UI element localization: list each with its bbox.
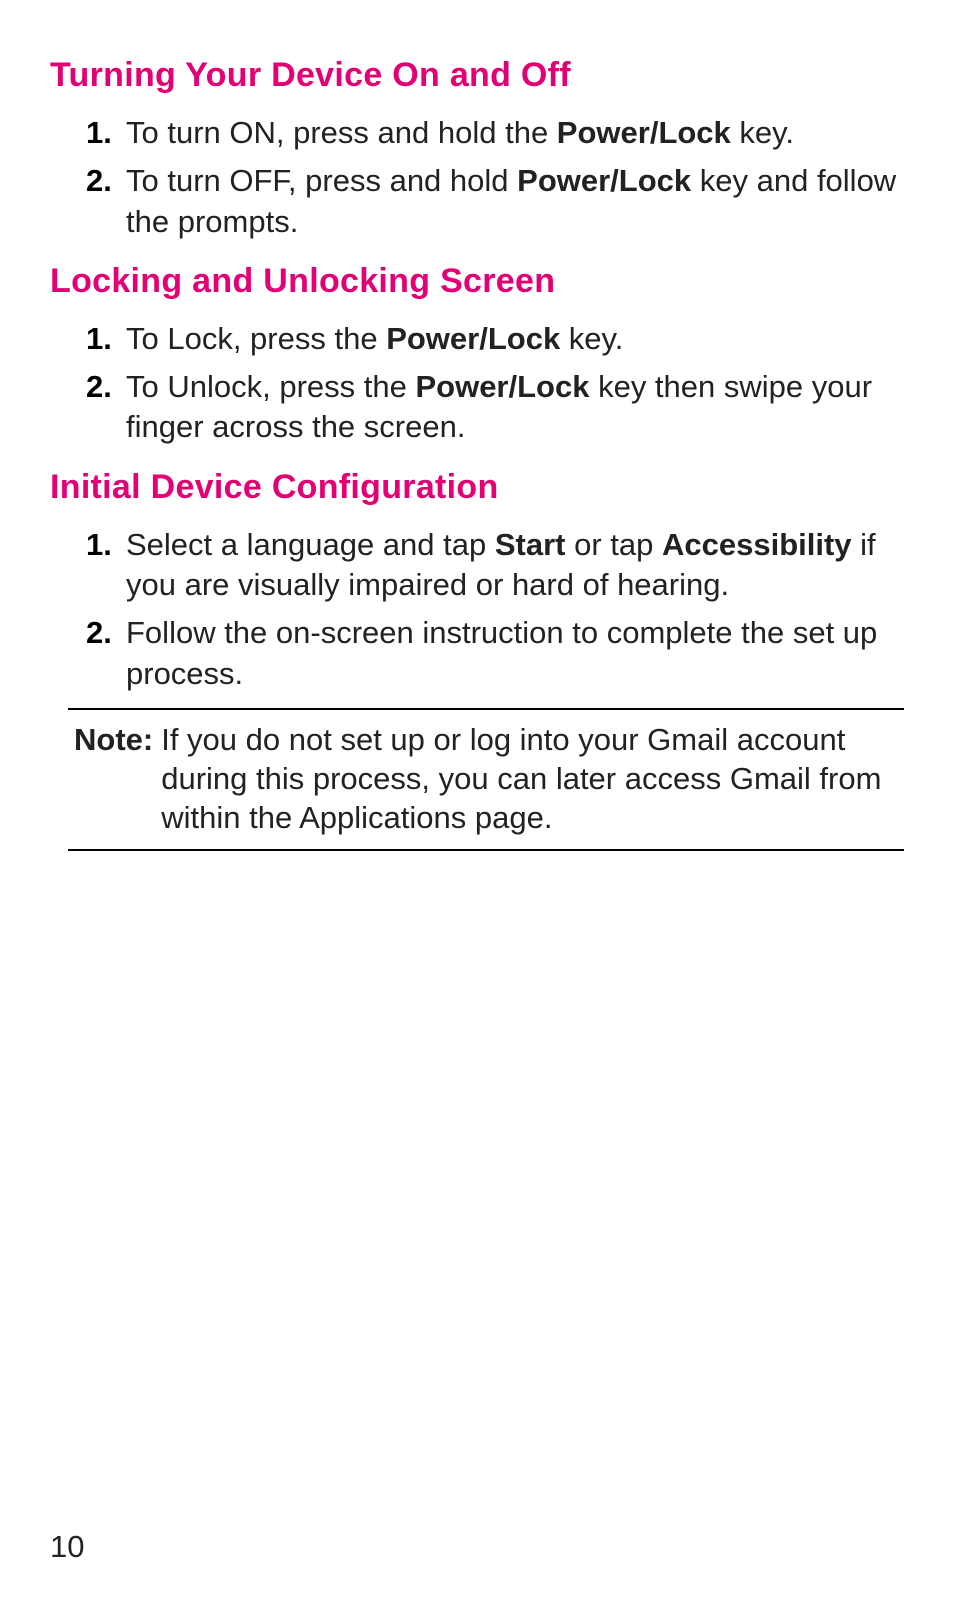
section-heading: Initial Device Configuration <box>50 468 904 507</box>
note-row: Note: If you do not set up or log into y… <box>68 720 904 837</box>
list-text-post: key. <box>731 115 794 150</box>
numbered-list: To Lock, press the Power/Lock key. To Un… <box>124 319 904 448</box>
list-text-pre: To Lock, press the <box>126 321 386 356</box>
list-item: Follow the on-screen instruction to comp… <box>124 613 904 694</box>
list-text-pre: To turn ON, press and hold the <box>126 115 557 150</box>
list-item: To turn ON, press and hold the Power/Loc… <box>124 113 904 153</box>
numbered-list: Select a language and tap Start or tap A… <box>124 525 904 694</box>
page-number: 10 <box>50 1529 84 1565</box>
note-label: Note: <box>68 720 161 837</box>
section-heading: Turning Your Device On and Off <box>50 56 904 95</box>
list-text-pre: To Unlock, press the <box>126 369 415 404</box>
list-text-bold: Power/Lock <box>557 115 731 150</box>
list-item: To Lock, press the Power/Lock key. <box>124 319 904 359</box>
list-text-bold: Power/Lock <box>415 369 589 404</box>
list-item: To Unlock, press the Power/Lock key then… <box>124 367 904 448</box>
section-heading: Locking and Unlocking Screen <box>50 262 904 301</box>
list-text-pre: Follow the on-screen instruction to comp… <box>126 615 877 690</box>
list-text-post: or tap <box>566 527 663 562</box>
list-item: To turn OFF, press and hold Power/Lock k… <box>124 161 904 242</box>
list-text-bold: Accessibility <box>662 527 852 562</box>
note-box: Note: If you do not set up or log into y… <box>68 708 904 851</box>
list-text-bold: Start <box>495 527 566 562</box>
numbered-list: To turn ON, press and hold the Power/Loc… <box>124 113 904 242</box>
list-text-pre: Select a language and tap <box>126 527 495 562</box>
list-text-bold: Power/Lock <box>386 321 560 356</box>
list-text-post: key. <box>560 321 623 356</box>
note-text: If you do not set up or log into your Gm… <box>161 720 904 837</box>
list-item: Select a language and tap Start or tap A… <box>124 525 904 606</box>
list-text-bold: Power/Lock <box>517 163 691 198</box>
list-text-pre: To turn OFF, press and hold <box>126 163 517 198</box>
